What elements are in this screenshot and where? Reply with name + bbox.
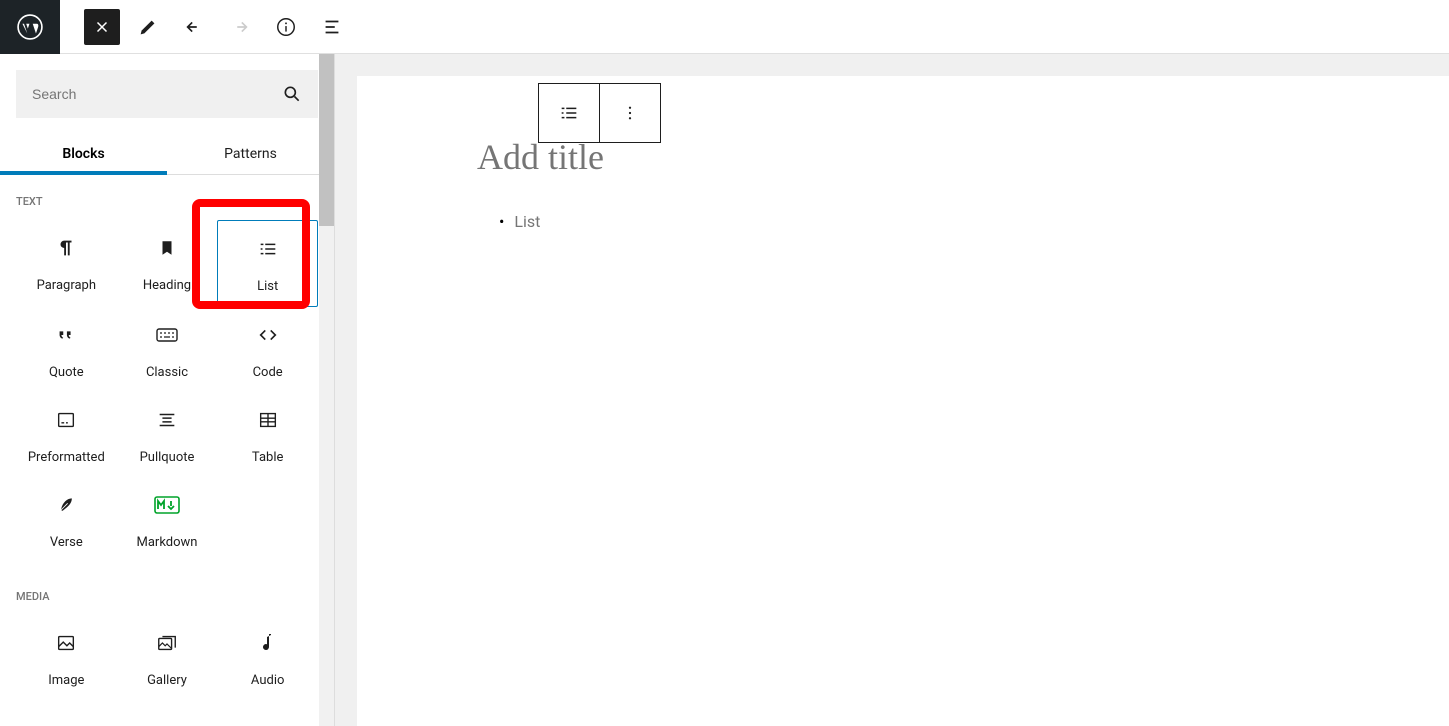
- feather-icon: [56, 494, 76, 516]
- search-input[interactable]: [32, 86, 282, 102]
- block-gallery[interactable]: Gallery: [117, 615, 218, 700]
- editor-topbar: [0, 0, 1449, 54]
- block-markdown[interactable]: Markdown: [117, 477, 218, 562]
- block-label: Quote: [49, 365, 84, 380]
- redo-icon: [229, 16, 251, 38]
- inserter-tabs: Blocks Patterns: [0, 134, 334, 175]
- editor-canvas: Add title List: [335, 54, 1449, 726]
- block-options-button[interactable]: [600, 84, 660, 142]
- block-label: Preformatted: [28, 450, 105, 465]
- code-icon: [257, 324, 279, 346]
- block-label: Verse: [50, 535, 83, 550]
- category-media: Media: [16, 590, 318, 603]
- keyboard-icon: [155, 325, 179, 345]
- block-audio[interactable]: Audio: [217, 615, 318, 700]
- block-classic[interactable]: Classic: [117, 307, 218, 392]
- list-item-placeholder[interactable]: List: [499, 212, 1329, 231]
- list-icon: [558, 102, 580, 124]
- undo-button[interactable]: [176, 9, 212, 45]
- bookmark-icon: [158, 237, 176, 259]
- tab-blocks[interactable]: Blocks: [0, 134, 167, 174]
- table-icon: [257, 409, 279, 431]
- outline-button[interactable]: [314, 9, 350, 45]
- block-type-button[interactable]: [539, 84, 599, 142]
- pullquote-icon: [156, 409, 178, 431]
- block-toolbar: [538, 83, 661, 143]
- block-label: Pullquote: [140, 450, 195, 465]
- redo-button[interactable]: [222, 9, 258, 45]
- music-note-icon: [259, 631, 277, 655]
- paragraph-icon: [55, 237, 77, 259]
- close-inserter-button[interactable]: [84, 9, 120, 45]
- info-button[interactable]: [268, 9, 304, 45]
- media-blocks-grid: Image Gallery Audio: [16, 615, 318, 700]
- highlight-list-block: [192, 199, 310, 309]
- block-label: Heading: [143, 278, 191, 293]
- block-verse[interactable]: Verse: [16, 477, 117, 562]
- editor-document[interactable]: Add title List: [357, 76, 1449, 726]
- block-preformatted[interactable]: Preformatted: [16, 392, 117, 477]
- block-table[interactable]: Table: [217, 392, 318, 477]
- quote-icon: [55, 324, 77, 346]
- undo-icon: [183, 16, 205, 38]
- block-label: Image: [48, 673, 84, 688]
- inserter-body: Text Paragraph Heading List Quote: [0, 175, 334, 726]
- close-icon: [93, 18, 111, 36]
- edit-button[interactable]: [130, 9, 166, 45]
- search-icon: [282, 84, 302, 104]
- block-label: Gallery: [147, 673, 187, 688]
- search-box: [16, 70, 318, 118]
- preformatted-icon: [55, 409, 77, 431]
- block-label: Paragraph: [37, 278, 96, 293]
- block-image[interactable]: Image: [16, 615, 117, 700]
- block-pullquote[interactable]: Pullquote: [117, 392, 218, 477]
- outline-icon: [321, 16, 343, 38]
- pencil-icon: [137, 16, 159, 38]
- search-wrap: [0, 54, 334, 134]
- block-label: Audio: [251, 673, 284, 688]
- inserter-scrollbar-thumb[interactable]: [319, 54, 334, 226]
- block-label: Code: [253, 365, 283, 380]
- gallery-icon: [155, 632, 179, 654]
- block-label: Classic: [146, 365, 188, 380]
- tab-patterns[interactable]: Patterns: [167, 134, 334, 174]
- wordpress-logo[interactable]: [0, 0, 60, 54]
- block-label: Table: [252, 450, 283, 465]
- wordpress-icon: [17, 14, 43, 40]
- more-vertical-icon: [621, 104, 639, 122]
- main-area: Blocks Patterns Text Paragraph Heading L…: [0, 54, 1449, 726]
- block-paragraph[interactable]: Paragraph: [16, 220, 117, 307]
- block-inserter-panel: Blocks Patterns Text Paragraph Heading L…: [0, 54, 335, 726]
- block-code[interactable]: Code: [217, 307, 318, 392]
- image-icon: [55, 632, 77, 654]
- block-label: Markdown: [137, 535, 198, 550]
- info-icon: [275, 16, 297, 38]
- markdown-icon: [154, 496, 180, 514]
- block-quote[interactable]: Quote: [16, 307, 117, 392]
